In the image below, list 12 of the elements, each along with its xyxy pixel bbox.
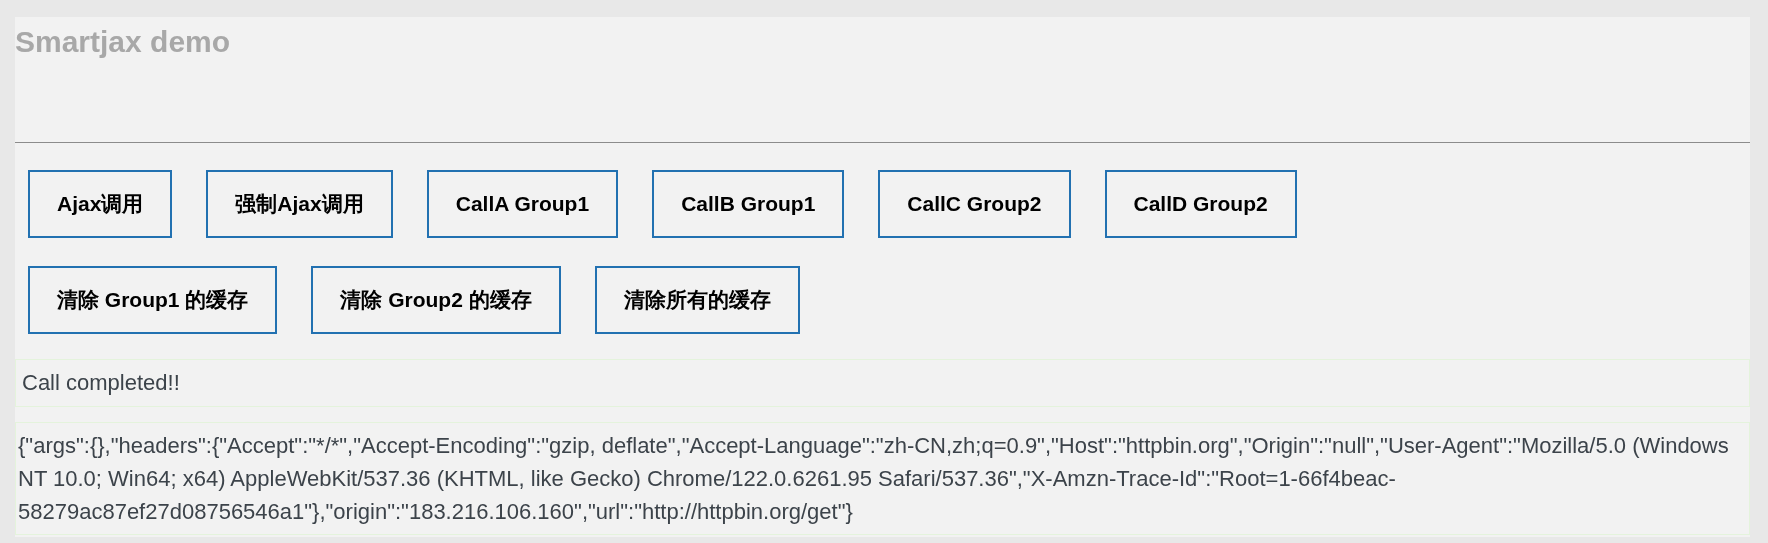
action-button[interactable]: CallD Group2 — [1104, 170, 1297, 238]
action-button[interactable]: CallC Group2 — [878, 170, 1071, 238]
action-button[interactable]: 强制Ajax调用 — [206, 170, 393, 238]
status-message: Call completed!! — [15, 359, 1750, 407]
page-title: Smartjax demo — [15, 24, 232, 59]
action-button[interactable]: Ajax调用 — [28, 170, 173, 238]
action-button[interactable]: 清除所有的缓存 — [594, 266, 800, 334]
action-button[interactable]: 清除 Group1 的缓存 — [28, 266, 278, 334]
response-text: {"args":{},"headers":{"Accept":"*/*","Accept-Encoding":"gzip, deflate","Accept-Language":"zh-CN,zh;q=0.9","Host":"httpbin.org","Origin":"null","User-Agent":"Mozilla/5.0 (Windows NT 10.0; Win64; x64) AppleWebKit/537.36 (KHTML, like Gecko) Chrome/122.0.6261.95 Safari/537.36","X-Amzn-Trace-Id":"Root=1-66f4beac-58279ac87ef27d08756546a1"},"origin":"183.216.106.160","url":"http://httpbin.org/get"} — [15, 422, 1750, 535]
action-button[interactable]: CallB Group1 — [652, 170, 845, 238]
action-button[interactable]: CallA Group1 — [426, 170, 619, 238]
action-button[interactable]: 清除 Group2 的缓存 — [311, 266, 561, 334]
